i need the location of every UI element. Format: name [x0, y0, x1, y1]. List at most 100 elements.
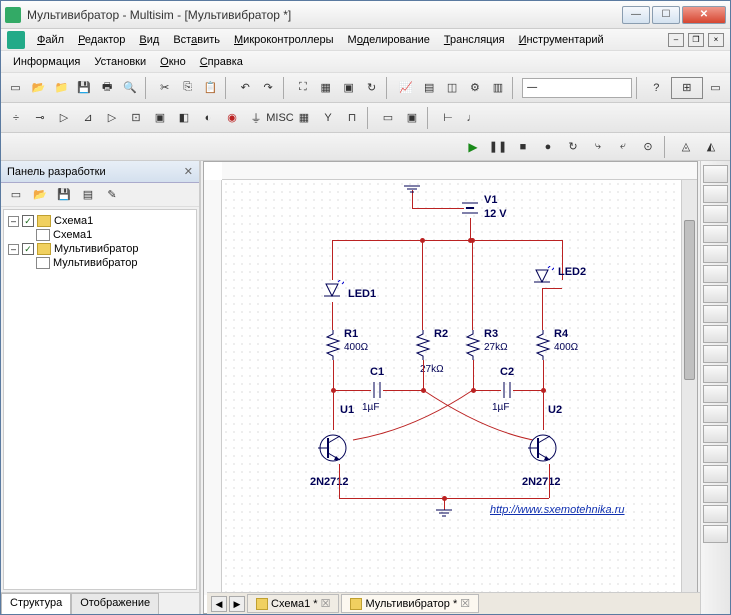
menu-mcu[interactable]: Микроконтроллеры	[228, 32, 340, 48]
label-led1[interactable]: LED1	[348, 288, 376, 300]
menu-insert[interactable]: Вставить	[167, 32, 226, 48]
label-r4[interactable]: R4	[554, 328, 568, 340]
instrument-freq-counter[interactable]	[703, 285, 728, 303]
misc-digital-btn[interactable]: ◧	[173, 107, 195, 129]
wire[interactable]	[470, 218, 471, 240]
label-v1[interactable]: V1	[484, 194, 497, 206]
wire[interactable]	[473, 360, 474, 390]
r1-symbol[interactable]	[325, 330, 341, 360]
menu-file[interactable]: Файл	[31, 32, 70, 48]
scrollbar-thumb[interactable]	[684, 220, 695, 380]
wire[interactable]	[549, 464, 550, 498]
print-button[interactable]: 🖶	[97, 77, 118, 99]
breakpoint-button[interactable]: ⊙	[637, 136, 659, 158]
menu-setup[interactable]: Установки	[88, 54, 152, 70]
minimize-button[interactable]: —	[622, 6, 650, 24]
wire[interactable]	[422, 240, 423, 330]
r3-symbol[interactable]	[465, 330, 481, 360]
instrument-network[interactable]	[703, 425, 728, 443]
tab-next-button[interactable]: ▶	[229, 596, 245, 612]
mdi-restore-button[interactable]: ❐	[688, 33, 704, 47]
misc-btn[interactable]: MISC	[269, 107, 291, 129]
label-led2[interactable]: LED2	[558, 266, 586, 278]
open-sample-button[interactable]: 📁	[51, 77, 72, 99]
postprocessor-button[interactable]: ▤	[419, 77, 440, 99]
basic-btn[interactable]: ⊸	[29, 107, 51, 129]
wire[interactable]	[332, 240, 333, 280]
transistor-btn[interactable]: ⊿	[77, 107, 99, 129]
probe-in-button[interactable]: ◬	[675, 136, 697, 158]
schematic-canvas[interactable]: V1 12 V LED1 LED	[222, 180, 681, 595]
scrollbar-vertical[interactable]	[681, 180, 697, 595]
label-r2[interactable]: R2	[434, 328, 448, 340]
junction-node[interactable]	[442, 496, 447, 501]
label-u2[interactable]: U2	[548, 404, 562, 416]
wire[interactable]	[332, 302, 333, 330]
cut-button[interactable]: ✂	[154, 77, 175, 99]
panel-save-button[interactable]: 💾	[53, 184, 75, 206]
electromech-btn[interactable]: ⊓	[341, 107, 363, 129]
analog-btn[interactable]: ▷	[101, 107, 123, 129]
menu-edit[interactable]: Редактор	[72, 32, 131, 48]
advanced-btn[interactable]: ▦	[293, 107, 315, 129]
tree-node[interactable]: – ✓ Схема1	[8, 214, 192, 228]
save-button[interactable]: 💾	[74, 77, 95, 99]
instrument-4ch-scope[interactable]	[703, 245, 728, 263]
wire[interactable]	[472, 240, 473, 330]
checkbox[interactable]: ✓	[22, 243, 34, 255]
label-c1[interactable]: C1	[370, 366, 384, 378]
close-tab-icon[interactable]: ☒	[460, 597, 470, 610]
menu-window[interactable]: Окно	[154, 54, 192, 70]
q1-symbol[interactable]	[318, 430, 348, 466]
instrument-logic-conv[interactable]	[703, 345, 728, 363]
toggle-view-button[interactable]: ⊞	[671, 77, 703, 99]
inuse-list-select[interactable]: —	[522, 78, 632, 98]
label-q1[interactable]: 2N2712	[310, 476, 349, 488]
collapse-icon[interactable]: –	[8, 216, 19, 227]
run-button[interactable]: ▶	[462, 136, 484, 158]
instrument-ag[interactable]	[703, 445, 728, 463]
instrument-distortion[interactable]	[703, 385, 728, 403]
menu-transfer[interactable]: Трансляция	[438, 32, 511, 48]
wire[interactable]	[542, 288, 543, 330]
tab-view[interactable]: Отображение	[71, 593, 159, 614]
mdi-close-button[interactable]: ×	[708, 33, 724, 47]
open-button[interactable]: 📂	[28, 77, 49, 99]
ttl-btn[interactable]: ⊡	[125, 107, 147, 129]
wire[interactable]	[423, 360, 424, 390]
panel-open-button[interactable]: 📂	[29, 184, 51, 206]
wire[interactable]	[542, 288, 562, 289]
instrument-labview[interactable]	[703, 505, 728, 523]
new-button[interactable]: ▭	[5, 77, 26, 99]
label-r1[interactable]: R1	[344, 328, 358, 340]
options-button[interactable]: ▭	[705, 77, 726, 99]
component-button[interactable]: ⚙	[465, 77, 486, 99]
stop-button[interactable]: ■	[512, 136, 534, 158]
panel-close-button[interactable]: ✕	[184, 165, 193, 178]
probe-out-button[interactable]: ◭	[700, 136, 722, 158]
wire[interactable]	[332, 240, 562, 241]
label-u1[interactable]: U1	[340, 404, 354, 416]
refresh-button[interactable]: ↻	[361, 77, 382, 99]
wire[interactable]	[543, 360, 544, 430]
step-out-button[interactable]: ⤶	[612, 136, 634, 158]
instrument-func-gen[interactable]	[703, 185, 728, 203]
instrument-ag2[interactable]	[703, 465, 728, 483]
instrument-probe[interactable]	[703, 525, 728, 543]
mixed-btn[interactable]: ◐	[197, 107, 219, 129]
design-tree[interactable]: – ✓ Схема1 Схема1 – ✓ Мультивибратор	[3, 209, 197, 590]
checkbox[interactable]: ✓	[22, 215, 34, 227]
hierarchy-button[interactable]: ▣	[338, 77, 359, 99]
power-btn[interactable]: ⏚	[245, 107, 267, 129]
help-button[interactable]: ?	[646, 77, 667, 99]
close-tab-icon[interactable]: ☒	[321, 597, 331, 610]
mdi-minimize-button[interactable]: –	[668, 33, 684, 47]
cmos-btn[interactable]: ▣	[149, 107, 171, 129]
step-button[interactable]: ●	[537, 136, 559, 158]
step-over-button[interactable]: ⤷	[587, 136, 609, 158]
indicator-btn[interactable]: ◉	[221, 107, 243, 129]
maximize-button[interactable]: ☐	[652, 6, 680, 24]
panel-new-button[interactable]: ▭	[5, 184, 27, 206]
tab-structure[interactable]: Структура	[1, 593, 71, 614]
pause-button[interactable]: ❚❚	[487, 136, 509, 158]
